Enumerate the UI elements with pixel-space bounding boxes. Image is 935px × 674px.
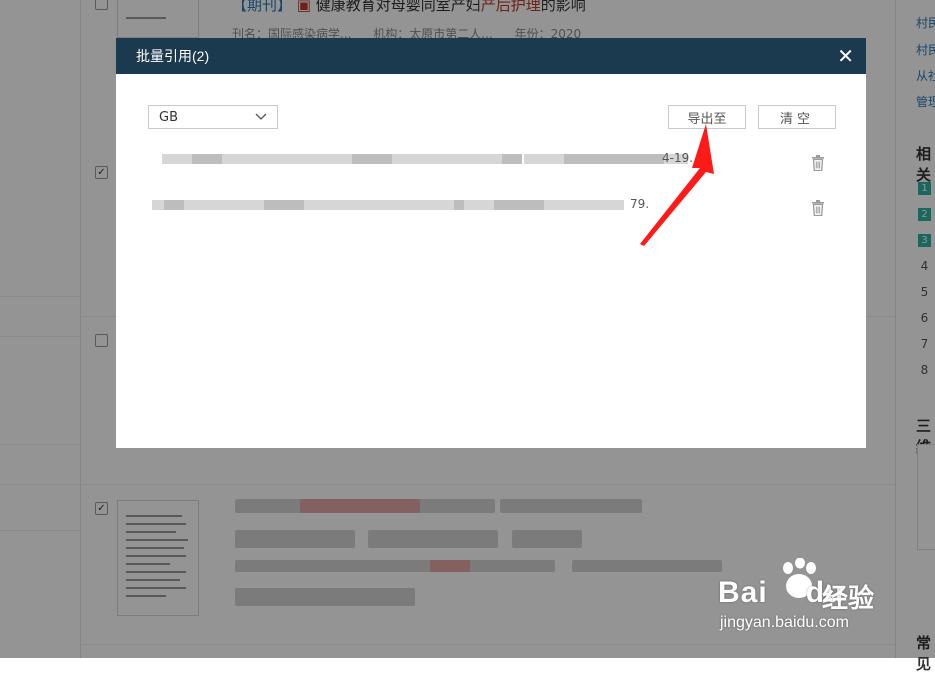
blurred-reference-text: [222, 154, 352, 164]
dialog-header: 批量引用(2) ✕: [116, 38, 866, 74]
blurred-reference-text: [352, 154, 392, 164]
blurred-reference-text: [304, 200, 454, 210]
dialog-title: 批量引用(2): [136, 48, 210, 64]
clear-button[interactable]: 清空: [758, 105, 836, 129]
citation-format-select[interactable]: GB: [148, 105, 278, 129]
chevron-down-icon: [255, 113, 267, 120]
blurred-reference-text: [162, 154, 194, 164]
trash-icon[interactable]: [811, 200, 825, 216]
blurred-reference-text: [494, 200, 544, 210]
baidu-jingyan-watermark: Bai du 经验 jingyan.baidu.com: [718, 558, 928, 638]
blurred-reference-text: [454, 200, 464, 210]
batch-cite-dialog: 批量引用(2) ✕ GB 导出至 清空 4-19. 79.: [116, 38, 866, 448]
blurred-reference-text: [524, 154, 564, 164]
citation-format-value: GB: [159, 109, 178, 125]
blurred-reference-text: [184, 200, 264, 210]
blurred-reference-text: [264, 200, 304, 210]
jingyan-logo-text: 经验: [822, 584, 875, 614]
watermark-url: jingyan.baidu.com: [720, 614, 849, 631]
blurred-reference-text: [544, 200, 624, 210]
trash-icon[interactable]: [811, 155, 825, 171]
blurred-reference-text: [392, 154, 502, 164]
close-icon[interactable]: ✕: [837, 46, 854, 66]
blurred-reference-text: [164, 200, 184, 210]
blurred-reference-text: [464, 200, 494, 210]
blurred-reference-text: [192, 154, 222, 164]
blurred-reference-text: [152, 200, 164, 210]
blurred-reference-text: [502, 154, 522, 164]
annotation-arrow: [640, 124, 714, 246]
